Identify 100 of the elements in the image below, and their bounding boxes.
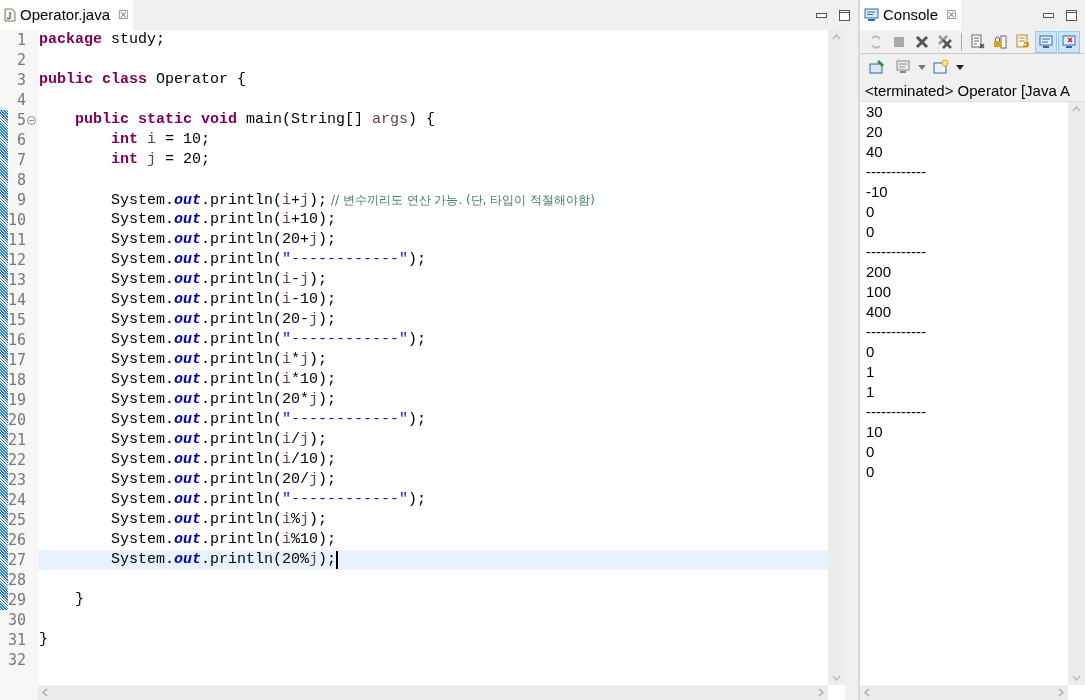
scroll-down-icon[interactable] — [1072, 675, 1081, 681]
line-number: 8 — [15, 170, 26, 190]
code-line: int j = 20; — [110, 150, 211, 170]
tab-title: Operator.java — [20, 4, 111, 25]
console-line: 0 — [866, 202, 876, 222]
line-number: 17 — [8, 350, 26, 370]
code-line: System.out.println(20/j); — [110, 470, 337, 490]
line-number: 15 — [8, 310, 26, 330]
console-line: 0 — [866, 462, 876, 482]
scroll-left-icon[interactable] — [42, 688, 48, 697]
close-icon[interactable]: ☒ — [946, 6, 958, 24]
close-icon[interactable]: ☒ — [118, 6, 130, 24]
line-number: 10 — [8, 210, 26, 230]
code-line: System.out.println(20%j); — [110, 550, 337, 570]
code-line: System.out.println(i+10); — [110, 210, 337, 230]
line-number: 1 — [15, 30, 26, 50]
line-number: 32 — [8, 650, 26, 670]
line-number: 31 — [8, 630, 26, 650]
code-line: System.out.println(i*j); — [110, 350, 328, 370]
scroll-right-icon[interactable] — [1058, 688, 1064, 697]
horizontal-scrollbar[interactable] — [860, 685, 1068, 700]
code-line: System.out.println(20-j); — [110, 310, 337, 330]
line-number: 16 — [8, 330, 26, 350]
console-line: 1 — [866, 382, 876, 402]
line-number: 20 — [8, 410, 26, 430]
console-line: 200 — [866, 262, 893, 282]
scroll-right-icon[interactable] — [818, 688, 824, 697]
code-line: System.out.println(i-j); — [110, 270, 328, 290]
console-line: 1 — [866, 362, 876, 382]
line-number: 9 — [15, 190, 26, 210]
console-line: ------------ — [866, 322, 927, 342]
process-status: <terminated> Operator [Java A — [864, 81, 1072, 101]
code-line: System.out.println(20*j); — [110, 390, 337, 410]
scroll-left-icon[interactable] — [864, 688, 870, 697]
code-line: System.out.println(i%j); — [110, 510, 328, 530]
vertical-scrollbar[interactable] — [828, 30, 845, 685]
tab-title: Console — [883, 4, 939, 25]
code-line: System.out.println("------------"); — [110, 490, 427, 510]
editor-tab[interactable]: Operator.java ☒ — [0, 0, 134, 30]
code-line: System.out.println("------------"); — [110, 410, 427, 430]
line-number: 22 — [8, 450, 26, 470]
code-line: public static void main(String[] args) { — [74, 110, 436, 130]
line-number: 7 — [15, 150, 26, 170]
code-line: int i = 10; — [110, 130, 211, 150]
dropdown-caret-icon[interactable] — [956, 64, 964, 70]
line-number: 25 — [8, 510, 26, 530]
line-number: 30 — [8, 610, 26, 630]
code-line: } — [74, 590, 84, 610]
java-file-icon — [4, 8, 16, 22]
show-console-icon[interactable] — [1035, 30, 1058, 53]
console-line: 400 — [866, 302, 893, 322]
code-line: System.out.println(i/j); — [110, 430, 328, 450]
vertical-scrollbar[interactable] — [1068, 102, 1085, 685]
code-line: System.out.println("------------"); — [110, 250, 427, 270]
horizontal-scrollbar[interactable] — [38, 685, 828, 700]
console-line: 0 — [866, 342, 876, 362]
code-line: System.out.println(i+j); // 변수끼리도 연산 가능. (단, 타입이 적절해야함) — [110, 190, 595, 211]
console-line: 40 — [866, 142, 884, 162]
text-cursor — [336, 551, 339, 569]
minimize-icon[interactable] — [816, 12, 827, 18]
code-line: System.out.println("------------"); — [110, 330, 427, 350]
scroll-up-icon[interactable] — [832, 34, 841, 40]
console-line: 20 — [866, 122, 884, 142]
line-number: 12 — [8, 250, 26, 270]
line-number: 28 — [8, 570, 26, 590]
collapse-icon[interactable] — [27, 115, 36, 125]
code-line: System.out.println(i-10); — [110, 290, 337, 310]
console-line: 0 — [866, 222, 876, 242]
line-number: 18 — [8, 370, 26, 390]
line-number: 14 — [8, 290, 26, 310]
minimize-icon[interactable] — [1043, 12, 1054, 18]
code-line: } — [39, 630, 48, 650]
monitor-icon — [864, 8, 879, 22]
code-line: System.out.println(i%10); — [110, 530, 337, 550]
line-number: 4 — [15, 90, 26, 110]
code-line: package study; — [39, 30, 166, 50]
show-error-console-icon[interactable] — [1058, 30, 1080, 53]
line-number: 21 — [8, 430, 26, 450]
scroll-down-icon[interactable] — [832, 675, 841, 681]
line-number: 11 — [8, 230, 26, 250]
line-number: 23 — [8, 470, 26, 490]
line-number: 29 — [8, 590, 26, 610]
scroll-up-icon[interactable] — [1072, 106, 1081, 112]
line-number: 5 — [15, 110, 26, 130]
console-line: ------------ — [866, 402, 927, 422]
editor-tab[interactable]: Console ☒ — [860, 0, 962, 30]
line-number: 19 — [8, 390, 26, 410]
maximize-icon[interactable] — [839, 9, 850, 21]
console-line: 100 — [866, 282, 893, 302]
line-number: 13 — [8, 270, 26, 290]
console-line: ------------ — [866, 242, 927, 262]
line-number: 3 — [15, 70, 26, 90]
code-line: System.out.println(20+j); — [110, 230, 337, 250]
console-line: -10 — [866, 182, 889, 202]
line-number: 26 — [8, 530, 26, 550]
console-line: 10 — [866, 422, 884, 442]
line-number: 24 — [8, 490, 26, 510]
maximize-icon[interactable] — [1066, 9, 1077, 21]
code-line: System.out.println(i/10); — [110, 450, 337, 470]
line-number: 2 — [15, 50, 26, 70]
